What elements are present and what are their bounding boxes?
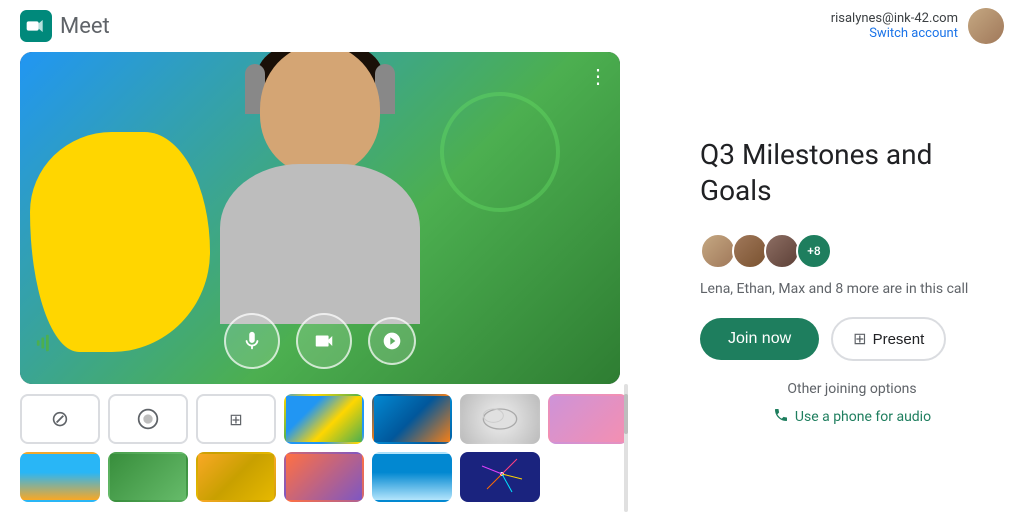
phone-audio-link[interactable]: Use a phone for audio: [700, 407, 1004, 427]
bg-abstract-thumb[interactable]: [460, 394, 540, 444]
bg-brazil-thumb[interactable]: [284, 394, 364, 444]
header: Meet risalynes@ink-42.com Switch account: [0, 0, 1024, 52]
background-strip-wrapper: ⊘ ⊞: [20, 384, 620, 512]
bg-field-thumb[interactable]: [108, 452, 188, 502]
phone-icon: [773, 407, 789, 427]
present-button[interactable]: ⊞ Present: [831, 317, 946, 361]
participant-avatar-3: [764, 233, 800, 269]
user-avatar[interactable]: [968, 8, 1004, 44]
person-figure: [180, 52, 460, 324]
mic-button[interactable]: [224, 313, 280, 369]
participant-avatars: +8: [700, 233, 1004, 269]
effects-button[interactable]: [368, 317, 416, 365]
right-panel: Q3 Milestones and Goals +8 Lena, Ethan, …: [700, 52, 1004, 512]
participants-text: Lena, Ethan, Max and 8 more are in this …: [700, 281, 1004, 297]
join-now-button[interactable]: Join now: [700, 318, 819, 360]
user-email: risalynes@ink-42.com: [831, 11, 958, 26]
bg-beach-thumb[interactable]: [20, 452, 100, 502]
participant-avatar-more: +8: [796, 233, 832, 269]
bg-corn-thumb[interactable]: [196, 452, 276, 502]
meeting-title: Q3 Milestones and Goals: [700, 137, 1004, 210]
bg-purple-thumb[interactable]: [548, 394, 628, 444]
user-info: risalynes@ink-42.com Switch account: [831, 8, 1004, 44]
bg-strip-row-1: ⊘ ⊞: [20, 394, 628, 444]
present-icon: ⊞: [853, 329, 866, 349]
present-label: Present: [873, 331, 925, 348]
action-buttons: Join now ⊞ Present: [700, 317, 1004, 361]
logo-area: Meet: [20, 10, 110, 42]
meet-logo-icon: [20, 10, 52, 42]
background-strip: ⊘ ⊞: [20, 384, 620, 512]
participant-avatar-2: [732, 233, 768, 269]
bg-sunset-thumb[interactable]: [372, 394, 452, 444]
video-preview: ⋮: [20, 52, 620, 384]
person-head: [260, 52, 380, 174]
bg-none-button[interactable]: ⊘: [20, 394, 100, 444]
left-panel: ⋮: [20, 52, 660, 512]
scrollbar[interactable]: [624, 384, 628, 512]
video-controls: [20, 313, 620, 369]
main-content: ⋮: [0, 52, 1024, 512]
app-name: Meet: [60, 14, 110, 39]
other-options-label: Other joining options: [700, 381, 1004, 397]
bg-sea-thumb[interactable]: [372, 452, 452, 502]
bg-dusk-thumb[interactable]: [284, 452, 364, 502]
bg-strip-row-2: [20, 452, 540, 502]
phone-audio-label: Use a phone for audio: [795, 409, 931, 425]
participant-avatar-1: [700, 233, 736, 269]
scrollbar-thumb: [624, 394, 628, 434]
video-more-options[interactable]: ⋮: [588, 64, 608, 88]
user-account-info: risalynes@ink-42.com Switch account: [831, 11, 958, 41]
bg-more-button[interactable]: ⊞: [196, 394, 276, 444]
switch-account-link[interactable]: Switch account: [831, 26, 958, 41]
camera-button[interactable]: [296, 313, 352, 369]
bg-blur-button[interactable]: [108, 394, 188, 444]
person-body: [220, 164, 420, 324]
bg-fireworks-thumb[interactable]: [460, 452, 540, 502]
